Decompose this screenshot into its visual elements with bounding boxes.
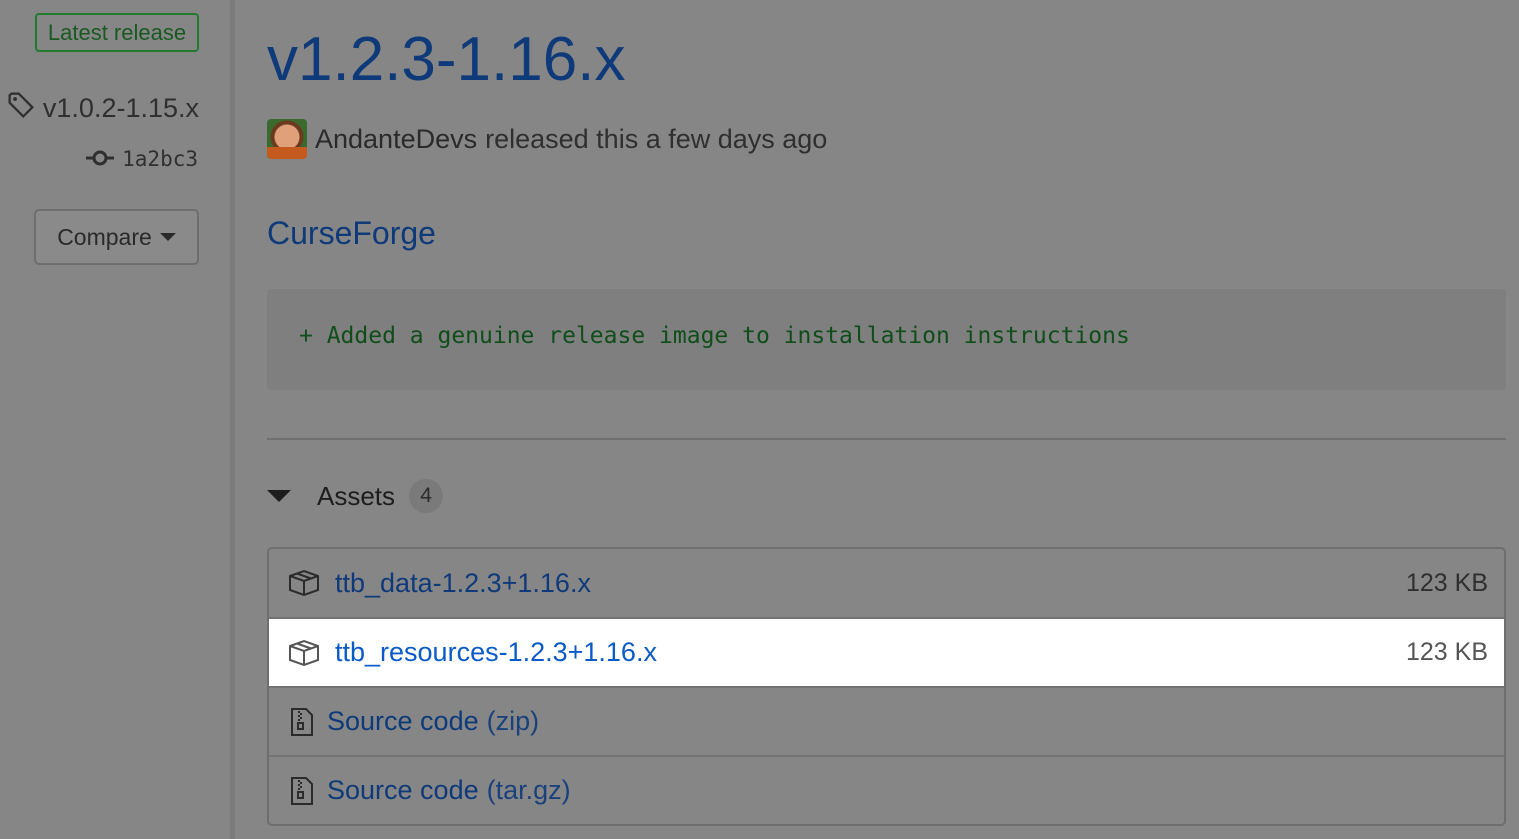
asset-row[interactable]: ttb_resources-1.2.3+1.16.x 123 KB	[269, 617, 1504, 686]
avatar[interactable]	[267, 119, 307, 159]
compare-label: Compare	[57, 223, 152, 250]
package-icon	[287, 636, 321, 670]
triangle-down-icon	[267, 490, 291, 502]
asset-format: (tar.gz)	[486, 775, 571, 805]
asset-size: 123 KB	[1405, 638, 1488, 666]
tag-link[interactable]: v1.0.2-1.15.x	[7, 88, 199, 128]
asset-row[interactable]: Source code (tar.gz)	[269, 755, 1504, 824]
commit-icon	[86, 147, 115, 171]
asset-link[interactable]: Source code	[327, 775, 479, 806]
file-zip-icon	[287, 774, 317, 808]
assets-toggle[interactable]: Assets 4	[267, 476, 444, 516]
compare-button[interactable]: Compare	[34, 209, 199, 265]
release-sidebar: Latest release v1.0.2-1.15.x 1a2bc3 Comp…	[0, 0, 232, 839]
assets-label: Assets	[317, 480, 396, 511]
asset-link[interactable]: ttb_data-1.2.3+1.16.x	[335, 568, 591, 599]
asset-link[interactable]: Source code	[327, 706, 479, 737]
release-notes-code: + Added a genuine release image to insta…	[267, 289, 1506, 390]
asset-format: (zip)	[486, 706, 540, 736]
commit-sha: 1a2bc3	[122, 147, 198, 171]
assets-count: 4	[409, 479, 444, 513]
asset-row[interactable]: ttb_data-1.2.3+1.16.x 123 KB	[269, 549, 1504, 617]
asset-list: ttb_data-1.2.3+1.16.x 123 KB ttb_resourc…	[267, 547, 1506, 826]
tag-label: v1.0.2-1.15.x	[42, 92, 199, 123]
latest-release-badge: Latest release	[35, 13, 199, 52]
section-divider	[267, 438, 1506, 440]
tag-icon	[7, 91, 35, 126]
section-heading: CurseForge	[267, 215, 436, 251]
commit-link[interactable]: 1a2bc3	[86, 143, 198, 175]
release-title[interactable]: v1.2.3-1.16.x	[267, 24, 625, 95]
package-icon	[287, 566, 321, 600]
asset-row[interactable]: Source code (zip)	[269, 686, 1504, 755]
released-text: released this a few days ago	[485, 123, 828, 154]
file-zip-icon	[287, 705, 317, 739]
author-link[interactable]: AndanteDevs	[315, 124, 477, 155]
asset-size: 123 KB	[1405, 568, 1488, 597]
chevron-down-icon	[159, 233, 176, 241]
sidebar-divider	[230, 0, 235, 839]
release-byline: AndanteDevs released this a few days ago	[267, 118, 827, 160]
asset-link[interactable]: ttb_resources-1.2.3+1.16.x	[335, 637, 657, 668]
